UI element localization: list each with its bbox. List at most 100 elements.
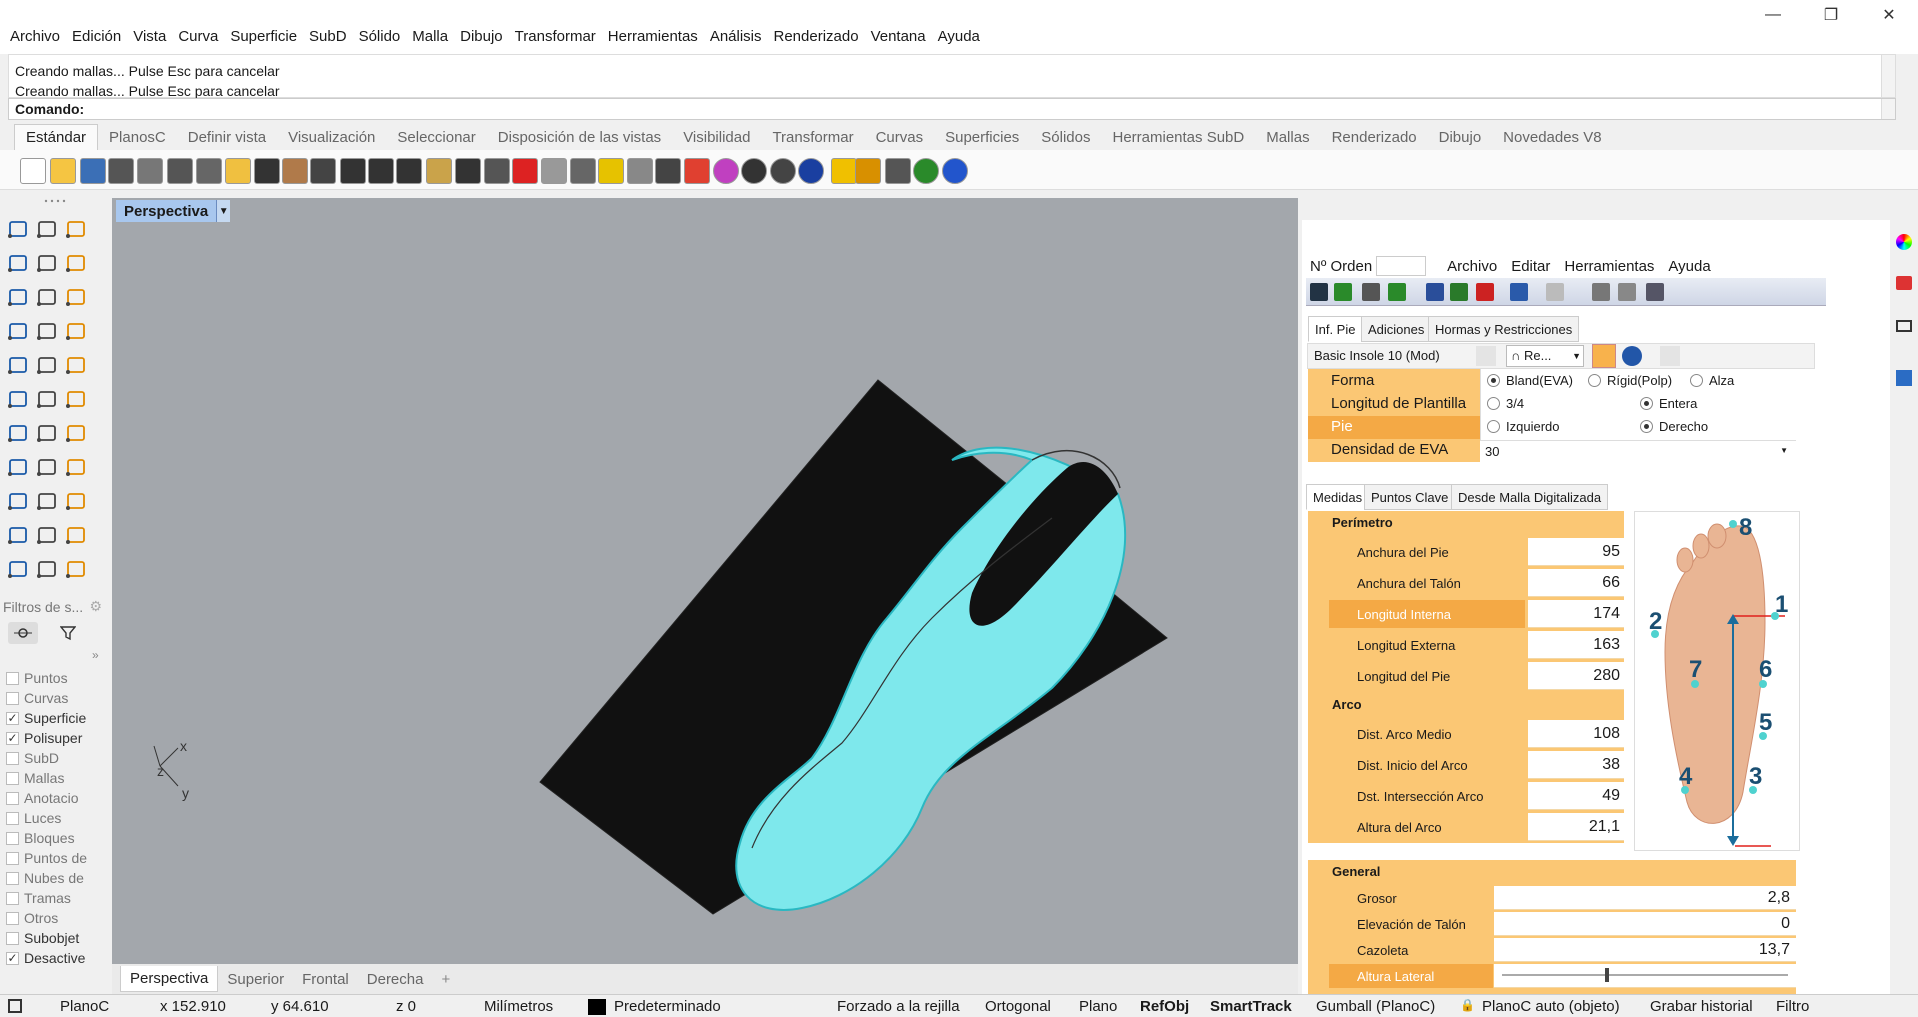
toolbar-tab-12[interactable]: Mallas (1255, 125, 1320, 150)
dimension-icon[interactable] (33, 488, 61, 514)
align-icon[interactable] (33, 556, 61, 582)
plugin-panel-icon[interactable] (1896, 370, 1912, 386)
add-viewport-icon[interactable]: + (432, 971, 459, 988)
measure-value[interactable]: 38 (1528, 751, 1624, 779)
checkbox-icon[interactable] (6, 891, 19, 905)
grid-plane-icon[interactable] (541, 158, 567, 184)
help-icon[interactable] (942, 158, 968, 184)
menu-item-4[interactable]: Superficie (224, 28, 303, 45)
tab-inf-pie[interactable]: Inf. Pie (1308, 316, 1363, 342)
pen-icon[interactable] (1660, 346, 1680, 366)
sphere-icon[interactable] (33, 352, 61, 378)
gear-options-icon[interactable] (855, 158, 881, 184)
forma-option-alza[interactable]: Alza (1690, 373, 1734, 388)
eye-view-icon[interactable] (1592, 344, 1616, 368)
measure-value[interactable]: 174 (1528, 600, 1624, 628)
rotate-view-icon[interactable] (310, 158, 336, 184)
status-filter[interactable]: Filtro (1776, 998, 1809, 1015)
layer-icon[interactable] (684, 158, 710, 184)
history-scrollbar[interactable] (1881, 55, 1895, 97)
menu-item-3[interactable]: Curva (172, 28, 224, 45)
viewport-tab-0[interactable]: Perspectiva (120, 966, 219, 992)
group-icon[interactable] (4, 454, 32, 480)
grip-icon[interactable] (42, 198, 68, 204)
zoom-icon[interactable] (340, 158, 366, 184)
status-osnap[interactable]: RefObj (1140, 998, 1189, 1015)
trim-icon[interactable] (4, 420, 32, 446)
panel-toggle-icon[interactable] (8, 999, 22, 1013)
forma-option-polp[interactable]: Rígid(Polp) (1588, 373, 1672, 388)
four-viewports-icon[interactable] (484, 158, 510, 184)
section-icon[interactable] (4, 522, 32, 548)
data-icon[interactable] (1310, 283, 1328, 301)
pen-icon[interactable] (1334, 283, 1352, 301)
toolbar-tab-4[interactable]: Seleccionar (386, 125, 486, 150)
wire-sphere-icon[interactable] (770, 158, 796, 184)
menu-item-0[interactable]: Archivo (4, 28, 66, 45)
checkbox-icon[interactable] (6, 831, 19, 845)
print-icon[interactable] (108, 158, 134, 184)
color-wheel-icon[interactable] (713, 158, 739, 184)
menu-item-7[interactable]: Malla (406, 28, 454, 45)
open-folder-icon[interactable] (50, 158, 76, 184)
checkbox-icon[interactable] (6, 771, 19, 785)
toolbar-tab-5[interactable]: Disposición de las vistas (487, 125, 672, 150)
menu-item-11[interactable]: Análisis (704, 28, 768, 45)
toolbar-tab-11[interactable]: Herramientas SubD (1102, 125, 1256, 150)
box-icon[interactable] (4, 352, 32, 378)
checkbox-icon[interactable] (6, 811, 19, 825)
undo-icon[interactable] (1510, 283, 1528, 301)
expand-icon[interactable]: » (92, 648, 99, 662)
filter-item[interactable]: ✓ Polisuper (0, 728, 106, 748)
status-auto-cplane[interactable]: PlanoC auto (objeto) (1482, 998, 1620, 1015)
display-icon[interactable] (1896, 320, 1912, 332)
menu-item-1[interactable]: Edición (66, 28, 127, 45)
toolbar-tab-3[interactable]: Visualización (277, 125, 386, 150)
densidad-select[interactable]: 30 ▼ (1480, 440, 1796, 462)
menu-item-14[interactable]: Ayuda (932, 28, 986, 45)
extrude-icon[interactable] (62, 318, 90, 344)
viewport-tab-2[interactable]: Frontal (293, 971, 358, 988)
plugin-menu-item[interactable]: Archivo (1440, 258, 1504, 275)
layer-label[interactable]: Predeterminado (614, 998, 721, 1015)
filter-item[interactable]: Mallas (0, 768, 106, 788)
command-line[interactable]: Comando: (8, 98, 1896, 120)
cplane-label[interactable]: PlanoC (60, 998, 109, 1015)
tab-puntos-clave[interactable]: Puntos Clave (1364, 484, 1456, 510)
viewport-tab-1[interactable]: Superior (218, 971, 293, 988)
filter-item[interactable]: Luces (0, 808, 106, 828)
filter-item[interactable]: Tramas (0, 888, 106, 908)
paste-icon[interactable] (225, 158, 251, 184)
hexagon-icon[interactable] (62, 284, 90, 310)
surface-icon[interactable] (33, 318, 61, 344)
menu-item-13[interactable]: Ventana (865, 28, 932, 45)
filter-item[interactable]: Puntos (0, 668, 106, 688)
model-dropdown[interactable]: ∩ Re... ▼ (1506, 345, 1584, 367)
filter-item[interactable]: ✓ Superficie (0, 708, 106, 728)
toolbar-tab-8[interactable]: Curvas (865, 125, 935, 150)
checkbox-icon[interactable] (6, 911, 19, 925)
menu-item-10[interactable]: Herramientas (602, 28, 704, 45)
copy-icon[interactable] (196, 158, 222, 184)
globe-view-icon[interactable] (1622, 346, 1642, 366)
altura-slider-handle[interactable] (1604, 968, 1609, 982)
toolbar-tab-9[interactable]: Superficies (934, 125, 1030, 150)
status-gumball[interactable]: Gumball (PlanoC) (1316, 998, 1435, 1015)
tab-medidas[interactable]: Medidas (1306, 484, 1370, 510)
measure-value[interactable]: 21,1 (1528, 813, 1624, 841)
checkbox-checked-icon[interactable]: ✓ (6, 731, 19, 745)
general-value[interactable] (1494, 964, 1796, 988)
status-ortho[interactable]: Ortogonal (985, 998, 1051, 1015)
command-scrollbar[interactable] (1881, 99, 1895, 119)
light-bulb-icon[interactable] (627, 158, 653, 184)
lock-icon[interactable] (655, 158, 681, 184)
measure-value[interactable]: 66 (1528, 569, 1624, 597)
select-arrow-icon[interactable] (4, 216, 32, 242)
filter-item[interactable]: Anotacio (0, 788, 106, 808)
wrench-icon[interactable] (1592, 283, 1610, 301)
general-value[interactable]: 13,7 (1494, 938, 1796, 962)
toolbar-tab-7[interactable]: Transformar (761, 125, 864, 150)
measure-value[interactable]: 163 (1528, 631, 1624, 659)
lock-icon[interactable]: 🔒 (1460, 998, 1475, 1012)
model-name[interactable]: Basic Insole 10 (Mod) (1314, 348, 1440, 363)
